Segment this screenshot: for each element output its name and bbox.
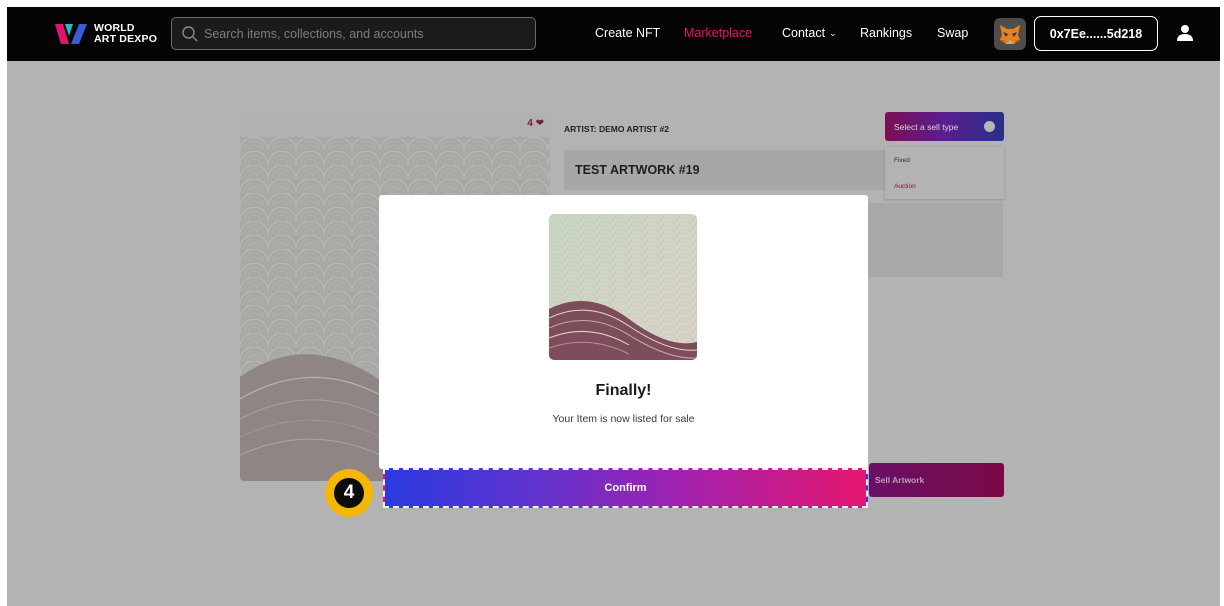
like-count: 4	[527, 118, 533, 129]
nav-swap[interactable]: Swap	[937, 26, 968, 40]
chevron-down-icon: ⌄	[829, 28, 837, 38]
sell-artwork-label: Sell Artwork	[875, 475, 925, 485]
sell-option-fixed[interactable]: Fixed	[894, 157, 910, 164]
nav-swap-label: Swap	[937, 26, 969, 40]
app-frame: WORLD ART DEXPO Create NFT Marketplace C…	[7, 7, 1220, 606]
listing-success-modal: Finally! Your Item is now listed for sal…	[379, 195, 868, 469]
top-navbar: WORLD ART DEXPO Create NFT Marketplace C…	[7, 7, 1220, 61]
nav-marketplace[interactable]: Marketplace	[684, 26, 752, 40]
sell-type-menu: Fixed Auction	[885, 147, 1004, 199]
metamask-fox-icon[interactable]	[994, 18, 1026, 50]
modal-subtitle: Your Item is now listed for sale	[552, 413, 695, 425]
search-bar[interactable]	[171, 17, 536, 50]
search-icon	[182, 26, 198, 42]
fox-icon	[1000, 25, 1020, 44]
chevron-down-icon	[984, 121, 995, 132]
confirm-button[interactable]: Confirm	[383, 468, 868, 508]
nav-rankings[interactable]: Rankings	[860, 26, 912, 40]
like-counter[interactable]: 4 ❤	[527, 118, 544, 129]
user-icon[interactable]	[1175, 23, 1195, 43]
modal-title: Finally!	[595, 382, 652, 399]
nav-contact[interactable]: Contact ⌄	[782, 26, 837, 40]
nav-create-nft[interactable]: Create NFT	[595, 26, 660, 40]
nav-create-nft-label: Create NFT	[595, 26, 661, 40]
brand-name-line2: ART DEXPO	[94, 33, 158, 45]
nav-rankings-label: Rankings	[860, 26, 913, 40]
nav-contact-label: Contact	[782, 26, 826, 40]
artwork-card-header: 4 ❤	[240, 113, 550, 137]
sell-option-auction[interactable]: Auction	[894, 183, 916, 190]
artwork-thumbnail	[549, 214, 697, 360]
step-number: 4	[334, 478, 364, 508]
wallet-address-button[interactable]: 0x7Ee......5d218	[1034, 16, 1158, 51]
confirm-button-label: Confirm	[604, 482, 647, 494]
sell-type-select-label: Select a sell type	[894, 122, 959, 132]
sell-artwork-button[interactable]: Sell Artwork	[869, 463, 1004, 497]
nav-marketplace-label: Marketplace	[684, 26, 753, 40]
brand-logo[interactable]: WORLD ART DEXPO	[55, 19, 165, 49]
logo-mark-icon	[55, 24, 87, 44]
heart-icon: ❤	[535, 118, 544, 129]
brand-name: WORLD ART DEXPO	[94, 23, 157, 45]
search-input[interactable]	[204, 18, 524, 49]
sell-type-select[interactable]: Select a sell type	[885, 112, 1004, 141]
step-number-badge: 4	[325, 469, 373, 517]
artist-name: ARTIST: DEMO ARTIST #2	[564, 124, 669, 134]
artwork-title: TEST ARTWORK #19	[575, 163, 700, 177]
wallet-address: 0x7Ee......5d218	[1049, 26, 1143, 41]
